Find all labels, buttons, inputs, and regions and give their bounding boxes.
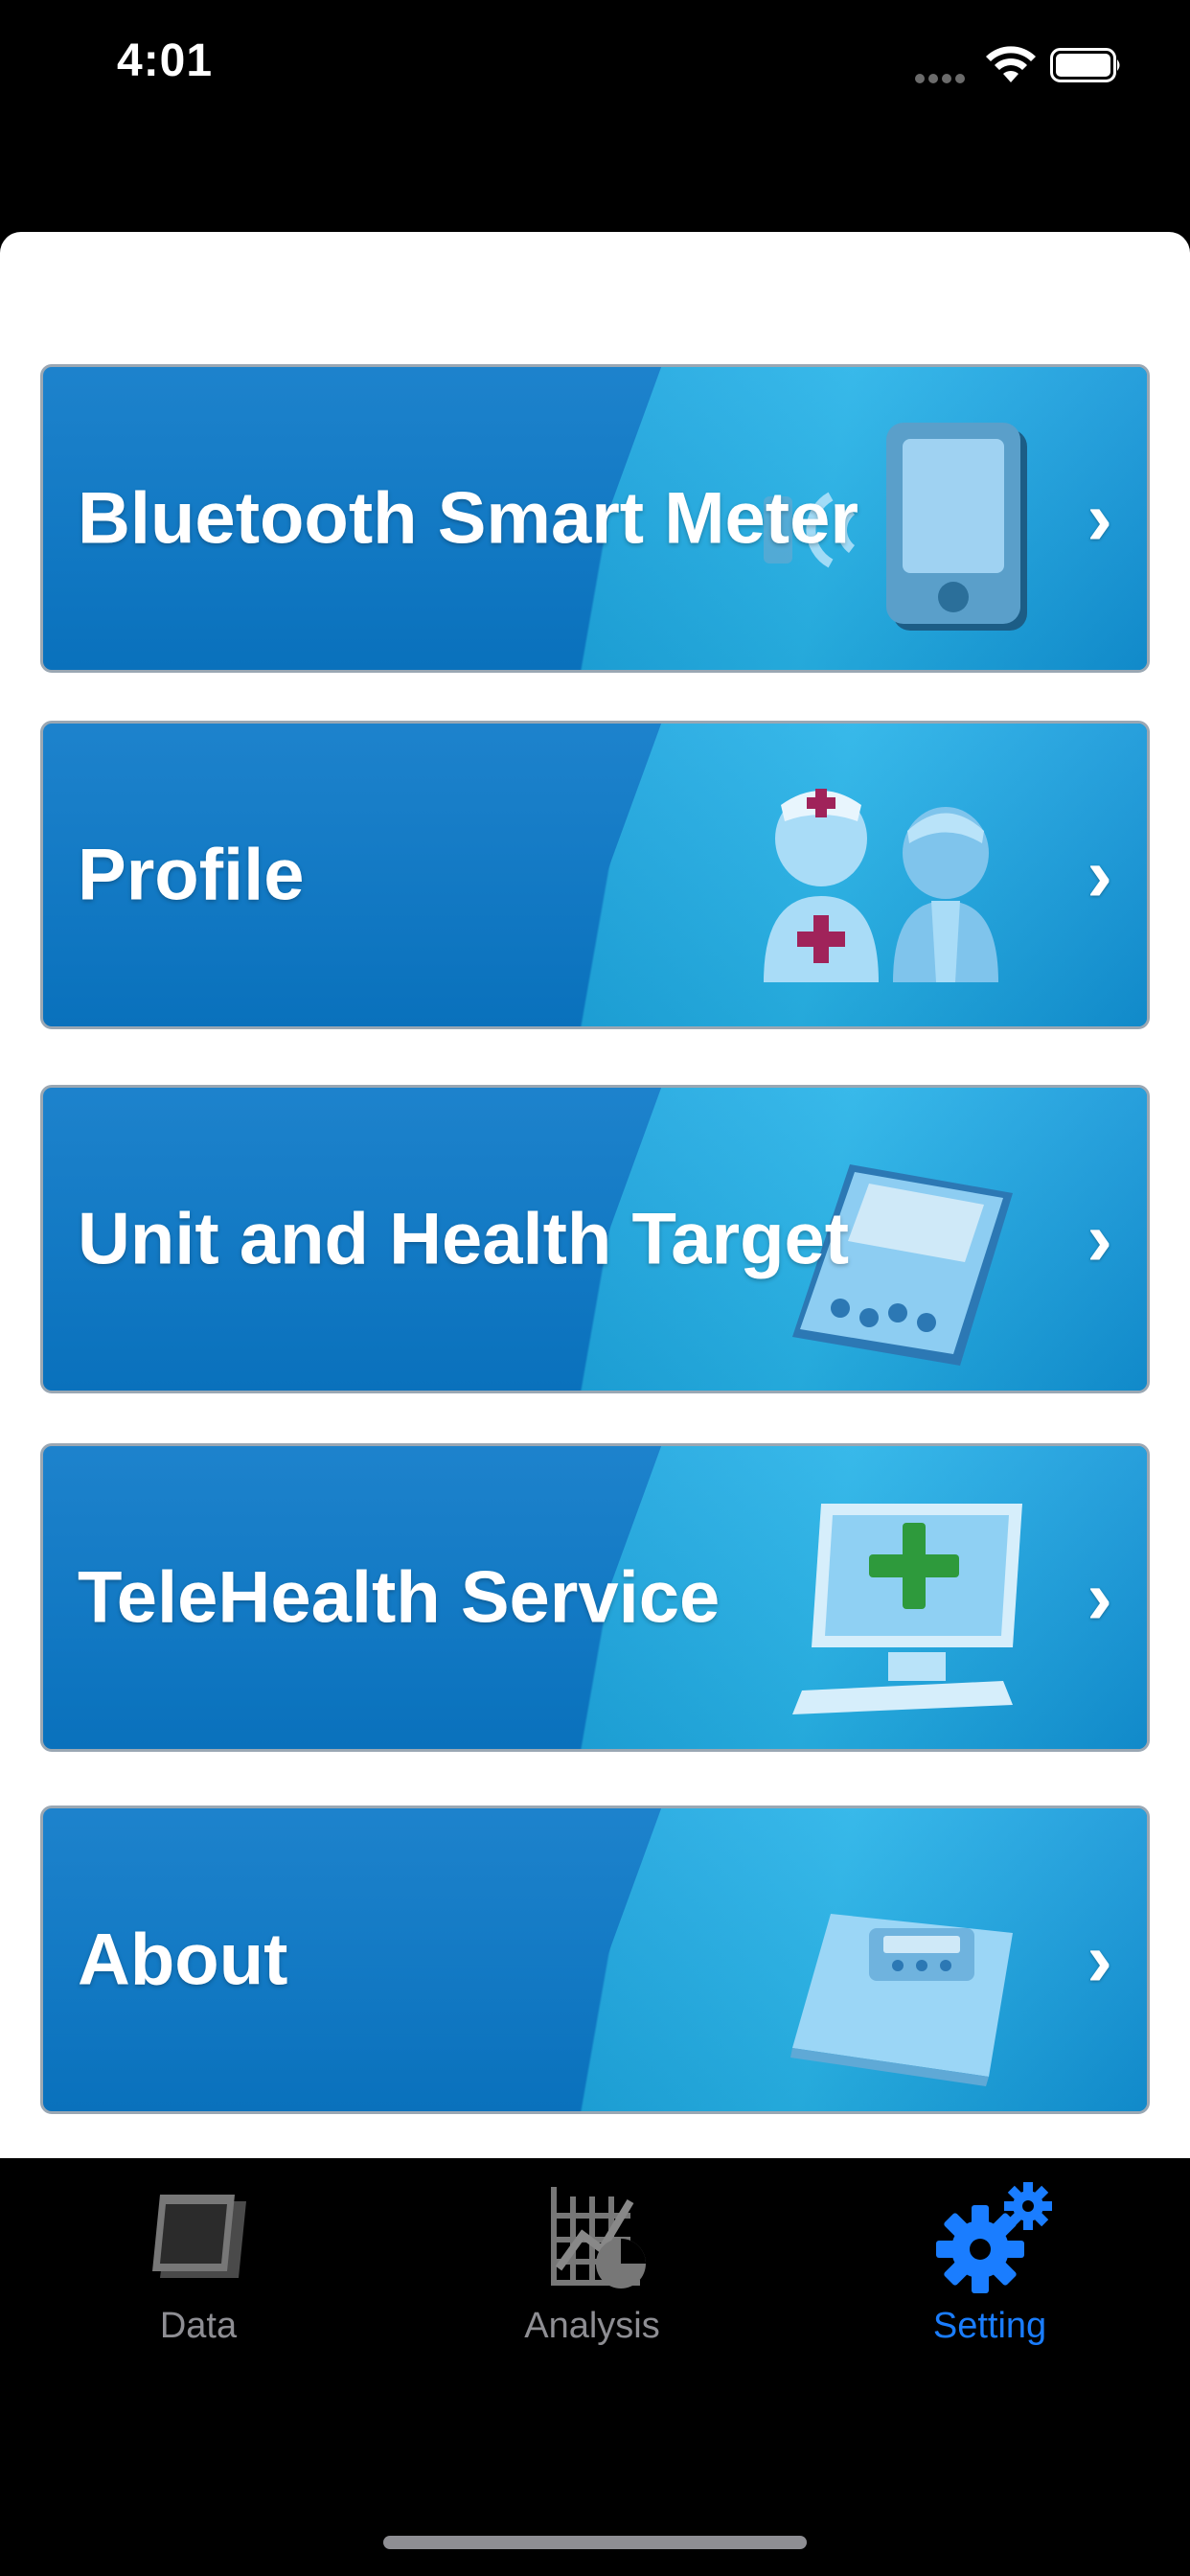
scale-device-icon [790, 1914, 1013, 2086]
nurse-patient-icon [764, 789, 998, 982]
status-bar: 4:01 [0, 0, 1190, 134]
gear-icon [936, 2182, 1052, 2293]
tab-analysis[interactable]: Analysis [468, 2177, 717, 2369]
tab-data[interactable]: Data [74, 2177, 323, 2369]
menu-item-label: Bluetooth Smart Meter [78, 477, 858, 560]
menu-item-label: TeleHealth Service [78, 1556, 721, 1639]
menu-item-unit-and-health-target[interactable]: Unit and Health Target › [40, 1085, 1150, 1393]
monitor-plus-icon [792, 1504, 1022, 1714]
tab-label: Data [159, 2306, 238, 2346]
chevron-right-icon: › [1087, 1917, 1112, 2002]
menu-item-label: About [78, 1919, 288, 2001]
cellular-signal-icon [915, 71, 973, 83]
battery-icon [1050, 48, 1120, 82]
settings-sheet: Bluetooth Smart Meter › Profile › Unit a… [0, 232, 1190, 2158]
menu-item-telehealth-service[interactable]: TeleHealth Service › [40, 1443, 1150, 1752]
chevron-right-icon: › [1087, 1554, 1112, 1640]
status-time: 4:01 [117, 35, 214, 86]
chart-icon [551, 2187, 646, 2288]
home-indicator[interactable] [383, 2536, 807, 2549]
tab-label: Setting [932, 2306, 1047, 2346]
chevron-right-icon: › [1087, 1196, 1112, 1281]
tab-setting[interactable]: Setting [865, 2177, 1114, 2369]
document-icon [152, 2195, 246, 2278]
app-screen: 4:01 Bluetooth Smart Meter › Profile › U… [0, 0, 1190, 2576]
menu-item-about[interactable]: About › [40, 1806, 1150, 2114]
chevron-right-icon: › [1087, 832, 1112, 917]
tab-bar: Data Analysis Setting [0, 2158, 1190, 2576]
tab-label: Analysis [524, 2306, 660, 2346]
menu-item-label: Unit and Health Target [78, 1198, 850, 1280]
wifi-icon [986, 46, 1036, 82]
chevron-right-icon: › [1087, 475, 1112, 561]
menu-item-label: Profile [78, 834, 305, 916]
menu-item-profile[interactable]: Profile › [40, 721, 1150, 1029]
menu-item-bluetooth-smart-meter[interactable]: Bluetooth Smart Meter › [40, 364, 1150, 673]
